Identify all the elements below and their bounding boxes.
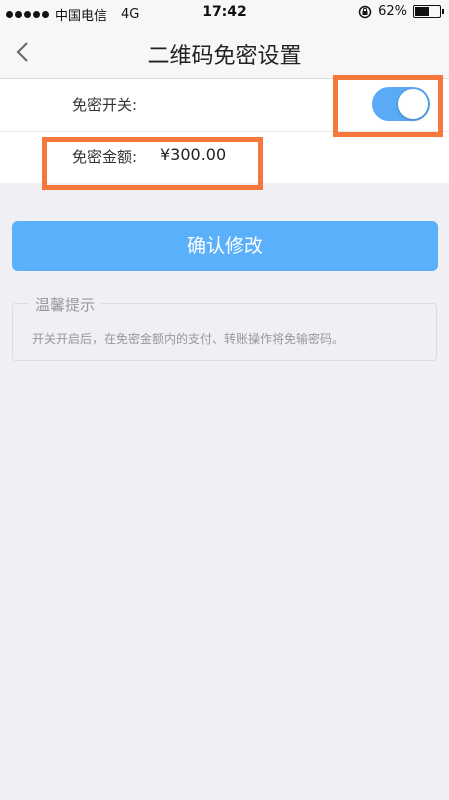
battery-percent: 62% <box>378 4 407 19</box>
rotation-lock-icon <box>358 5 372 18</box>
nav-bar: 二维码免密设置 <box>0 26 449 79</box>
status-right: 62% <box>358 4 444 19</box>
page-title: 二维码免密设置 <box>147 44 302 69</box>
toggle-highlight-box <box>333 75 443 137</box>
tip-box: 温馨提示 开关开启后，在免密金额内的支付、转账操作将免输密码。 <box>12 294 437 361</box>
status-bar: 中国电信 4G 17:42 62% <box>0 0 449 26</box>
battery-icon <box>413 5 444 18</box>
tip-text: 开关开启后，在免密金额内的支付、转账操作将免输密码。 <box>32 332 345 346</box>
confirm-button[interactable]: 确认修改 <box>12 221 438 271</box>
tip-title: 温馨提示 <box>29 294 102 315</box>
amount-highlight-box <box>42 137 263 190</box>
switch-label: 免密开关: <box>72 96 138 114</box>
